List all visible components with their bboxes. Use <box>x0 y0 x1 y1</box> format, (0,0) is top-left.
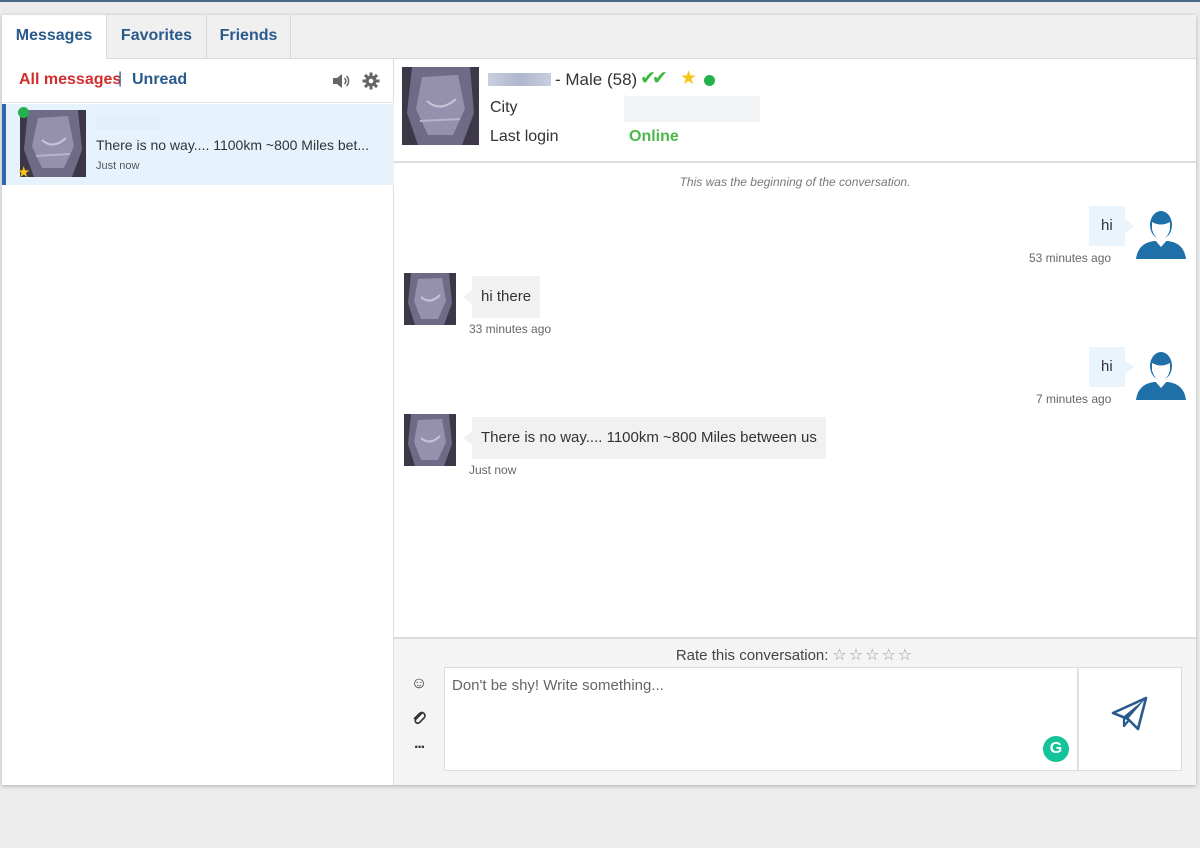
message-input[interactable] <box>445 668 1077 770</box>
profile-gender-age: - Male (58) <box>555 70 638 89</box>
conversation-list-panel: All messages | Unread ★ There is no way.… <box>2 59 394 785</box>
incoming-message: hi there <box>462 276 541 318</box>
contact-message-avatar <box>404 414 456 466</box>
settings-gear-icon[interactable] <box>362 72 380 90</box>
user-avatar-icon <box>1136 211 1186 259</box>
user-avatar-icon <box>1136 352 1186 400</box>
message-time: Just now <box>469 463 517 477</box>
conversation-time: Just now <box>96 160 140 172</box>
city-value-hidden <box>624 96 760 122</box>
rate-conversation: Rate this conversation: ☆☆☆☆☆ <box>394 645 1196 665</box>
top-border <box>0 0 1200 2</box>
conversation-start-note: This was the beginning of the conversati… <box>679 175 911 189</box>
filter-separator: | <box>118 70 123 87</box>
outgoing-message: hi <box>1089 347 1134 387</box>
message-time: 7 minutes ago <box>1036 392 1112 406</box>
conversation-list-item[interactable]: ★ There is no way.... 1100km ~800 Miles … <box>2 104 394 185</box>
last-login-label: Last login <box>490 128 559 145</box>
filter-unread[interactable]: Unread <box>132 71 187 89</box>
contact-name-hidden <box>96 116 160 130</box>
message-time: 33 minutes ago <box>469 322 552 336</box>
conversation-preview: There is no way.... 1100km ~800 Miles be… <box>96 137 369 153</box>
sound-icon[interactable] <box>332 73 350 89</box>
tab-favorites[interactable]: Favorites <box>107 15 207 59</box>
message-filters: All messages | Unread <box>2 59 394 103</box>
tab-messages[interactable]: Messages <box>2 15 107 60</box>
city-label: City <box>490 99 518 116</box>
profile-name-hidden <box>488 73 551 86</box>
message-input-box[interactable]: G <box>444 667 1078 771</box>
incoming-message: There is no way.... 1100km ~800 Miles be… <box>463 417 826 459</box>
emoji-icon[interactable]: ☺ <box>410 675 428 693</box>
online-status-dot <box>704 75 715 86</box>
verified-check-icon: ✔✔ <box>640 68 668 89</box>
rate-label: Rate this conversation: <box>675 647 829 664</box>
contact-profile-header: - Male (58) ✔✔ ★ City Last login Online <box>394 59 1196 163</box>
last-login-value: Online <box>629 128 679 145</box>
more-options-icon[interactable]: ··· <box>410 739 428 757</box>
contact-message-avatar <box>404 273 456 325</box>
tab-bar: Messages Favorites Friends <box>2 15 1196 60</box>
message-thread: This was the beginning of the conversati… <box>394 163 1196 637</box>
favorite-star-icon: ★ <box>680 68 698 89</box>
favorite-star-icon: ★ <box>17 164 31 181</box>
message-time: 53 minutes ago <box>1029 251 1112 265</box>
rating-stars-icon[interactable]: ☆☆☆☆☆ <box>832 647 914 664</box>
tab-friends[interactable]: Friends <box>207 15 291 59</box>
online-status-dot <box>18 107 29 118</box>
conversation-panel: - Male (58) ✔✔ ★ City Last login Online … <box>394 59 1196 785</box>
grammarly-icon[interactable]: G <box>1043 736 1069 762</box>
attachment-paperclip-icon[interactable] <box>410 709 428 727</box>
send-button[interactable] <box>1078 667 1182 771</box>
outgoing-message: hi <box>1089 206 1134 246</box>
message-composer: Rate this conversation:☆☆☆☆☆ ☺ ··· G <box>394 637 1196 785</box>
filter-all-messages[interactable]: All messages <box>19 71 121 89</box>
messenger-window: Messages Favorites Friends All messages … <box>2 15 1196 785</box>
send-paper-plane-icon <box>1111 696 1148 731</box>
profile-avatar[interactable] <box>402 67 479 145</box>
